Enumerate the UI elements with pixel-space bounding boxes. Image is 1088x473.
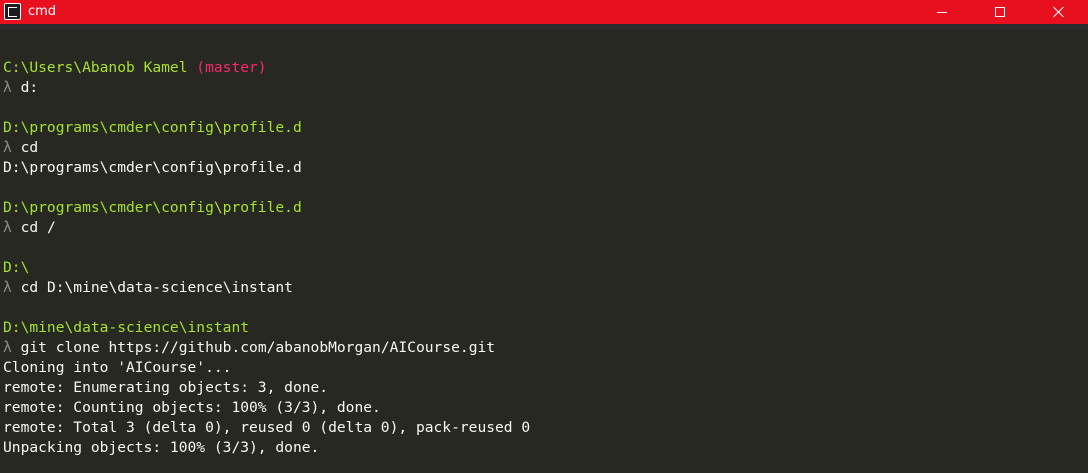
current-directory: C:\Users\Abanob Kamel bbox=[3, 59, 188, 76]
lambda-prompt: λ bbox=[3, 339, 12, 356]
lambda-prompt: λ bbox=[3, 79, 12, 96]
prompt-path-line: D:\ bbox=[3, 258, 1083, 278]
output-text: D:\programs\cmder\config\profile.d bbox=[3, 159, 302, 176]
output-text: remote: Enumerating objects: 3, done. bbox=[3, 379, 329, 396]
command-text: git clone https://github.com/abanobMorga… bbox=[20, 339, 496, 356]
lambda-prompt: λ bbox=[3, 279, 12, 296]
close-button[interactable] bbox=[1036, 0, 1082, 24]
output-line: Cloning into 'AICourse'... bbox=[3, 358, 1083, 378]
output-text: Unpacking objects: 100% (3/3), done. bbox=[3, 439, 320, 456]
prompt-path-line: C:\Users\Abanob Kamel (master) bbox=[3, 58, 1083, 78]
current-directory: D:\ bbox=[3, 259, 30, 276]
terminal-window: cmd C:\Users\Abanob Kamel (master) λ d: D:… bbox=[0, 0, 1088, 473]
prompt-path-line: D:\programs\cmder\config\profile.d bbox=[3, 198, 1083, 218]
minimize-button[interactable] bbox=[919, 0, 965, 24]
cmder-app-icon[interactable] bbox=[4, 3, 21, 20]
current-directory: D:\mine\data-science\instant bbox=[3, 319, 250, 336]
output-line: remote: Enumerating objects: 3, done. bbox=[3, 378, 1083, 398]
lambda-prompt: λ bbox=[3, 219, 12, 236]
prompt-path-line: D:\mine\data-science\instant bbox=[3, 318, 1083, 338]
command-line: λ git clone https://github.com/abanobMor… bbox=[3, 338, 1083, 358]
current-directory: D:\programs\cmder\config\profile.d bbox=[3, 119, 302, 136]
current-directory: D:\programs\cmder\config\profile.d bbox=[3, 199, 302, 216]
maximize-button[interactable] bbox=[977, 0, 1023, 24]
close-icon bbox=[1053, 6, 1065, 18]
command-line: λ cd bbox=[3, 138, 1083, 158]
command-text: cd bbox=[20, 139, 39, 156]
title-bar[interactable]: cmd bbox=[0, 0, 1088, 24]
output-line: remote: Counting objects: 100% (3/3), do… bbox=[3, 398, 1083, 418]
output-line: D:\programs\cmder\config\profile.d bbox=[3, 158, 1083, 178]
output-line: remote: Total 3 (delta 0), reused 0 (del… bbox=[3, 418, 1083, 438]
command-line: λ cd D:\mine\data-science\instant bbox=[3, 278, 1083, 298]
output-line: Unpacking objects: 100% (3/3), done. bbox=[3, 438, 1083, 458]
output-text: remote: Counting objects: 100% (3/3), do… bbox=[3, 399, 381, 416]
prompt-path-line: D:\programs\cmder\config\profile.d bbox=[3, 118, 1083, 138]
command-text: cd D:\mine\data-science\instant bbox=[20, 279, 293, 296]
terminal-output[interactable]: C:\Users\Abanob Kamel (master) λ d: D:\pro… bbox=[3, 58, 1083, 458]
command-line: λ cd / bbox=[3, 218, 1083, 238]
window-title: cmd bbox=[28, 4, 57, 19]
command-text: d: bbox=[20, 79, 39, 96]
minimize-icon bbox=[937, 11, 947, 13]
maximize-icon bbox=[995, 7, 1005, 17]
command-text: cd / bbox=[20, 219, 56, 236]
command-line: λ d: bbox=[3, 78, 1083, 98]
lambda-prompt: λ bbox=[3, 139, 12, 156]
git-branch: (master) bbox=[187, 59, 267, 76]
window-edge bbox=[0, 24, 1088, 30]
output-text: remote: Total 3 (delta 0), reused 0 (del… bbox=[3, 419, 531, 436]
output-text: Cloning into 'AICourse'... bbox=[3, 359, 232, 376]
